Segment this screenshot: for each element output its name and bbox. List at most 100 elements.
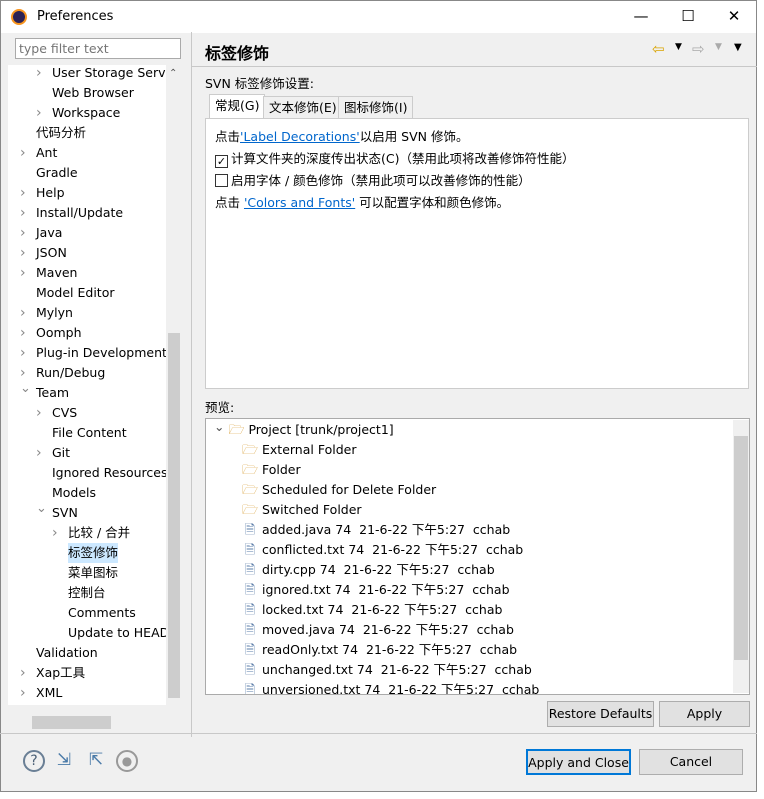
tree-item[interactable]: Update to HEAD	[68, 623, 169, 643]
tree-item[interactable]: › User Storage Servic	[36, 65, 174, 83]
scroll-up-icon[interactable]: ⌃	[169, 68, 177, 79]
restore-defaults-button[interactable]: Restore Defaults	[547, 701, 654, 727]
preview-item[interactable]: 🗎 conflicted.txt 74 21-6-22 下午5:27 cchab	[242, 540, 523, 560]
label-decorations-link[interactable]: 'Label Decorations'	[240, 129, 360, 144]
text: 点击	[215, 129, 241, 144]
tree-item[interactable]: › Install/Update	[20, 203, 123, 223]
chevron-right-icon[interactable]: ›	[52, 523, 58, 543]
preview-item[interactable]: 🗎 moved.java 74 21-6-22 下午5:27 cchab	[242, 620, 514, 640]
tree-item[interactable]: File Content	[52, 423, 127, 443]
tree-item[interactable]: › Xap工具	[20, 663, 85, 683]
chevron-right-icon[interactable]: ›	[20, 663, 26, 683]
forward-arrow-icon[interactable]: ⇨	[692, 40, 705, 58]
chevron-down-icon[interactable]: ⌄	[36, 499, 47, 519]
preview-item[interactable]: ⌄ 🗁 Project [trunk/project1]	[214, 419, 394, 440]
text: 以启用 SVN 修饰。	[359, 129, 469, 144]
tree-item[interactable]: Ignored Resources	[52, 463, 168, 483]
chevron-right-icon[interactable]: ›	[36, 65, 42, 83]
preview-item[interactable]: 🗎 dirty.cpp 74 21-6-22 下午5:27 cchab	[242, 560, 495, 580]
tree-item[interactable]: › JSON	[20, 243, 67, 263]
checkbox-icon[interactable]: ✓	[215, 155, 228, 168]
apply-button[interactable]: Apply	[659, 701, 750, 727]
chevron-right-icon[interactable]: ›	[20, 183, 26, 203]
close-button[interactable]: ✕	[719, 5, 749, 27]
chevron-right-icon[interactable]: ›	[20, 323, 26, 343]
chevron-right-icon[interactable]: ›	[20, 203, 26, 223]
checkbox-icon[interactable]	[215, 174, 228, 187]
tree-item[interactable]: › Ant	[20, 143, 57, 163]
tree-item[interactable]: › Mylyn	[20, 303, 73, 323]
back-arrow-icon[interactable]: ⇦	[652, 40, 665, 58]
tree-item[interactable]: › Oomph	[20, 323, 82, 343]
tree-item[interactable]: ⌄ Team	[20, 381, 69, 403]
tab-general[interactable]: 常规(G)	[209, 94, 266, 119]
help-icon[interactable]: ?	[23, 750, 45, 772]
tree-item[interactable]: Comments	[68, 603, 136, 623]
preview-item[interactable]: 🗎 readOnly.txt 74 21-6-22 下午5:27 cchab	[242, 640, 517, 660]
tree-item[interactable]: › 比较 / 合并	[52, 523, 130, 543]
preview-item[interactable]: 🗎 ignored.txt 74 21-6-22 下午5:27 cchab	[242, 580, 510, 600]
tree-item[interactable]: Model Editor	[36, 283, 115, 303]
tree-item[interactable]: Web Browser	[52, 83, 134, 103]
chevron-down-icon[interactable]: ⌄	[20, 379, 31, 399]
preview-item[interactable]: 🗁 Scheduled for Delete Folder	[242, 480, 436, 500]
tree-item[interactable]: 菜单图标	[68, 563, 118, 583]
tree-item[interactable]: › Git	[36, 443, 70, 463]
record-icon[interactable]: ●	[116, 750, 138, 772]
chevron-right-icon[interactable]: ›	[20, 263, 26, 283]
tree-item[interactable]: › Run/Debug	[20, 363, 105, 383]
tree-scroll-thumb[interactable]	[168, 333, 180, 698]
cancel-button[interactable]: Cancel	[639, 749, 743, 775]
tree-item[interactable]: › Plug-in Development	[20, 343, 167, 363]
chevron-right-icon[interactable]: ›	[36, 103, 42, 123]
tree-item[interactable]: Validation	[36, 643, 98, 663]
filter-input[interactable]	[15, 38, 181, 59]
preview-item[interactable]: 🗁 Switched Folder	[242, 500, 362, 520]
colors-and-fonts-link[interactable]: 'Colors and Fonts'	[244, 195, 355, 210]
chevron-right-icon[interactable]: ›	[36, 403, 42, 423]
tree-item[interactable]: › XML	[20, 683, 62, 703]
panel-divider[interactable]	[191, 32, 192, 737]
preview-item[interactable]: 🗁 Folder	[242, 460, 301, 480]
preview-item[interactable]: 🗎 unversioned.txt 74 21-6-22 下午5:27 cchab	[242, 680, 540, 694]
tree-item[interactable]: 标签修饰	[68, 543, 119, 563]
enable-font-color-checkbox[interactable]: 启用字体 / 颜色修饰（禁用此项可以改善修饰的性能）	[215, 170, 531, 189]
view-menu-icon[interactable]: ▼	[734, 42, 742, 53]
tree-item[interactable]: Models	[52, 483, 96, 503]
tree-item[interactable]: › Help	[20, 183, 65, 203]
chevron-right-icon[interactable]: ›	[36, 443, 42, 463]
tree-item[interactable]: ⌄ SVN	[36, 501, 78, 523]
preview-item[interactable]: 🗁 External Folder	[242, 440, 356, 460]
maximize-button[interactable]: ☐	[673, 5, 703, 27]
tree-item[interactable]: › Maven	[20, 263, 77, 283]
chevron-right-icon[interactable]: ›	[20, 223, 26, 243]
back-dropdown-icon[interactable]: ▼	[675, 42, 682, 52]
tab-text-decorations[interactable]: 文本修饰(E)	[263, 96, 343, 119]
tab-icon-decorations[interactable]: 图标修饰(I)	[338, 96, 414, 119]
forward-dropdown-icon[interactable]: ▼	[715, 42, 722, 52]
chevron-right-icon[interactable]: ›	[20, 683, 26, 703]
tree-item[interactable]: Gradle	[36, 163, 78, 183]
tree-item[interactable]: › Java	[20, 223, 62, 243]
tree-item[interactable]: 代码分析	[36, 123, 86, 143]
export-icon[interactable]: ⇱	[85, 750, 107, 772]
chevron-right-icon[interactable]: ›	[20, 243, 26, 263]
preview-item[interactable]: 🗎 locked.txt 74 21-6-22 下午5:27 cchab	[242, 600, 503, 620]
tree-item[interactable]: › Workspace	[36, 103, 120, 123]
tree-item[interactable]: 控制台	[68, 583, 106, 603]
tree-hscroll-thumb[interactable]	[32, 716, 111, 729]
preview-item[interactable]: 🗎 added.java 74 21-6-22 下午5:27 cchab	[242, 520, 510, 540]
window-title: Preferences	[37, 9, 114, 24]
import-icon[interactable]: ⇲	[53, 750, 75, 772]
chevron-right-icon[interactable]: ›	[20, 143, 26, 163]
compute-deep-outgoing-checkbox[interactable]: ✓ 计算文件夹的深度传出状态(C)（禁用此项将改善修饰符性能）	[215, 148, 574, 168]
tree-item[interactable]: › CVS	[36, 403, 77, 423]
preview-scroll-thumb[interactable]	[734, 436, 748, 660]
minimize-button[interactable]: —	[626, 5, 656, 27]
preview-item[interactable]: 🗎 unchanged.txt 74 21-6-22 下午5:27 cchab	[242, 660, 532, 680]
apply-and-close-button[interactable]: Apply and Close	[526, 749, 631, 775]
chevron-down-icon[interactable]: ⌄	[214, 419, 224, 434]
chevron-right-icon[interactable]: ›	[20, 303, 26, 323]
chevron-right-icon[interactable]: ›	[20, 343, 26, 363]
tree-item-label: JSON	[36, 245, 67, 260]
